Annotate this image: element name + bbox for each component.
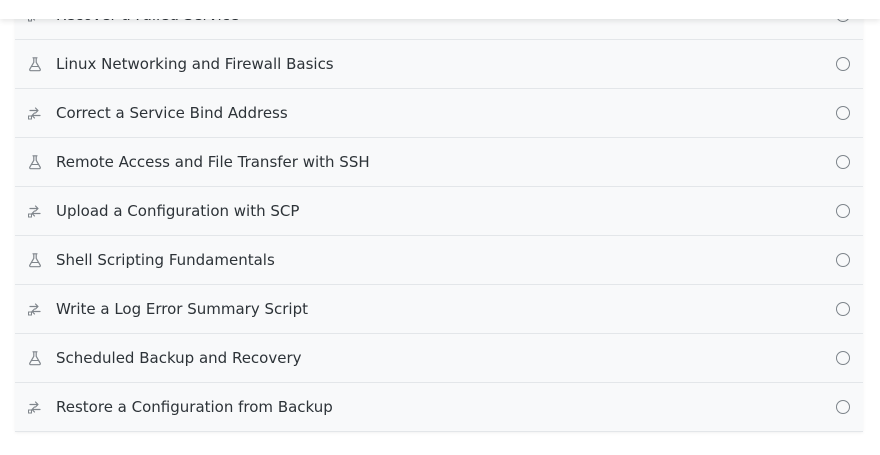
status-circle-icon bbox=[836, 400, 850, 414]
status-circle-icon bbox=[836, 204, 850, 218]
item-title: Write a Log Error Summary Script bbox=[56, 300, 308, 318]
item-title: Restore a Configuration from Backup bbox=[56, 398, 333, 416]
item-title: Linux Networking and Firewall Basics bbox=[56, 55, 334, 73]
list-item[interactable]: Remote Access and File Transfer with SSH bbox=[15, 138, 863, 187]
status-circle-icon bbox=[836, 155, 850, 169]
item-title: Upload a Configuration with SCP bbox=[56, 202, 300, 220]
list-item[interactable]: Linux Networking and Firewall Basics bbox=[15, 40, 863, 89]
item-title: Remote Access and File Transfer with SSH bbox=[56, 153, 370, 171]
status-circle-icon bbox=[836, 106, 850, 120]
flask-icon bbox=[27, 154, 43, 170]
flask-icon bbox=[27, 252, 43, 268]
status-circle-icon bbox=[836, 253, 850, 267]
lab-swap-icon bbox=[27, 301, 43, 317]
lab-swap-icon bbox=[27, 203, 43, 219]
flask-icon bbox=[27, 350, 43, 366]
status-circle-icon bbox=[836, 302, 850, 316]
lab-swap-icon bbox=[27, 105, 43, 121]
status-circle-icon bbox=[836, 351, 850, 365]
list-item[interactable]: Write a Log Error Summary Script bbox=[15, 285, 863, 334]
course-outline-page: Recover a Failed Service Linux Networkin… bbox=[0, 0, 880, 455]
list-item[interactable]: Shell Scripting Fundamentals bbox=[15, 236, 863, 285]
list-item[interactable]: Scheduled Backup and Recovery bbox=[15, 334, 863, 383]
flask-icon bbox=[27, 56, 43, 72]
list-item[interactable]: Upload a Configuration with SCP bbox=[15, 187, 863, 236]
list-item[interactable]: Restore a Configuration from Backup bbox=[15, 383, 863, 431]
item-title: Correct a Service Bind Address bbox=[56, 104, 288, 122]
item-title: Scheduled Backup and Recovery bbox=[56, 349, 302, 367]
lesson-list: Recover a Failed Service Linux Networkin… bbox=[15, 0, 863, 432]
lab-swap-icon bbox=[27, 399, 43, 415]
status-circle-icon bbox=[836, 57, 850, 71]
sticky-header bbox=[0, 0, 880, 19]
list-item[interactable]: Correct a Service Bind Address bbox=[15, 89, 863, 138]
item-title: Shell Scripting Fundamentals bbox=[56, 251, 275, 269]
